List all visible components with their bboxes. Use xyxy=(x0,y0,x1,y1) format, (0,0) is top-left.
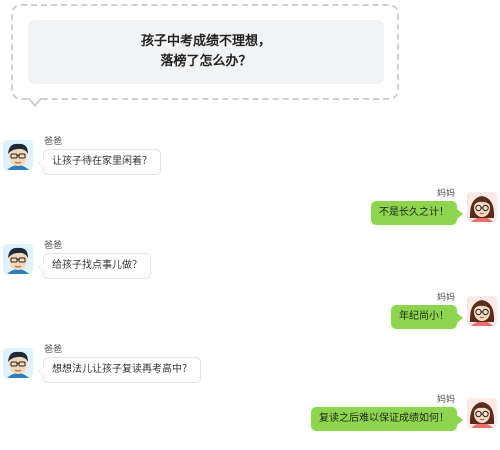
question-title: 孩子中考成绩不理想， 落榜了怎么办？ xyxy=(28,20,384,84)
dad-avatar-icon[interactable] xyxy=(3,348,33,378)
mom-avatar-icon[interactable] xyxy=(467,192,497,222)
chat-message: 爸爸 想想法儿让孩子复读再考高中？ xyxy=(3,342,303,384)
question-card: 孩子中考成绩不理想， 落榜了怎么办？ xyxy=(11,4,399,107)
sender-name: 爸爸 xyxy=(44,345,63,355)
chat-message: 妈妈 年纪尚小！ xyxy=(197,290,497,332)
message-bubble: 不是长久之计！ xyxy=(371,201,463,225)
question-line-2: 落榜了怎么办？ xyxy=(160,54,252,69)
message-bubble: 让孩子待在家里闲着？ xyxy=(38,149,161,175)
mom-avatar-icon[interactable] xyxy=(467,296,497,326)
chat-message: 爸爸 让孩子待在家里闲着？ xyxy=(3,134,303,176)
message-bubble: 给孩子找点事儿做？ xyxy=(38,253,151,279)
chat-message: 妈妈 不是长久之计！ xyxy=(197,186,497,228)
dad-avatar-icon[interactable] xyxy=(3,244,33,274)
dad-avatar-icon[interactable] xyxy=(3,140,33,170)
message-bubble: 复读之后难以保证成绩如何！ xyxy=(311,407,463,431)
sender-name: 爸爸 xyxy=(44,241,63,251)
question-line-1: 孩子中考成绩不理想， xyxy=(140,34,271,49)
message-bubble: 想想法儿让孩子复读再考高中？ xyxy=(38,357,201,383)
chat-message: 妈妈 复读之后难以保证成绩如何！ xyxy=(197,392,497,434)
sender-name: 妈妈 xyxy=(436,395,455,405)
message-bubble: 年纪尚小！ xyxy=(391,305,463,329)
mom-avatar-icon[interactable] xyxy=(467,398,497,428)
sender-name: 妈妈 xyxy=(436,189,455,199)
chat-message: 爸爸 给孩子找点事儿做？ xyxy=(3,238,303,280)
sender-name: 妈妈 xyxy=(436,293,455,303)
sender-name: 爸爸 xyxy=(44,137,63,147)
